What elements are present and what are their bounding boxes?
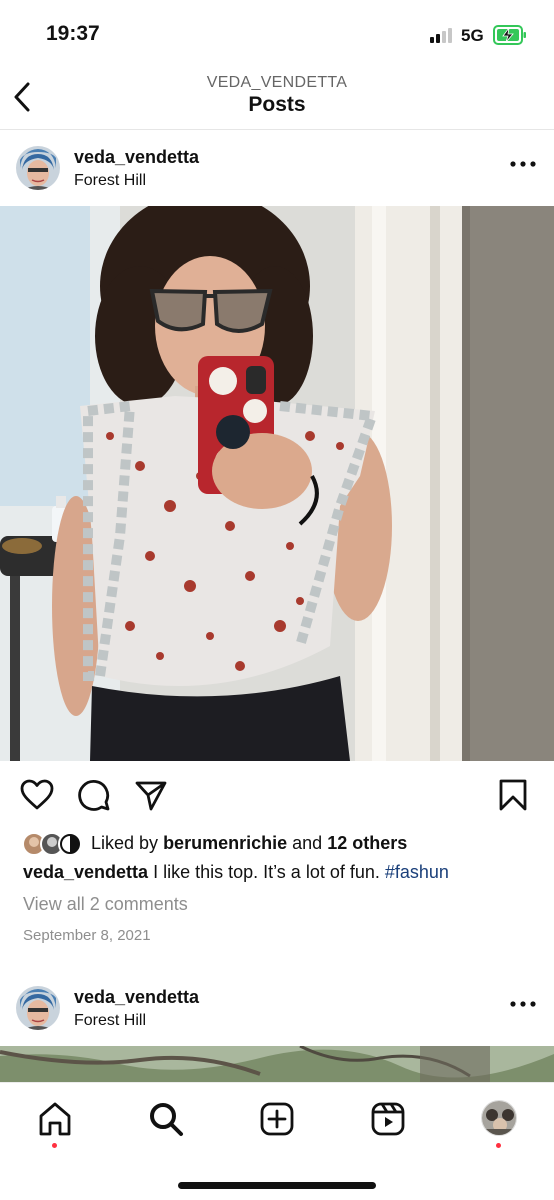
reels-icon[interactable] — [370, 1101, 406, 1137]
liked-by-others[interactable]: 12 others — [327, 833, 407, 853]
status-bar: 19:37 5G — [0, 0, 554, 66]
view-comments-link[interactable]: View all 2 comments — [23, 894, 188, 915]
heart-icon[interactable] — [20, 778, 54, 812]
battery-charging-icon — [493, 25, 526, 45]
post-photo[interactable] — [0, 1046, 554, 1082]
liked-by-joiner: and — [292, 833, 323, 853]
network-type: 5G — [461, 26, 484, 45]
header-username: VEDA_VENDETTA — [206, 74, 348, 91]
home-indicator — [178, 1182, 376, 1189]
likes-row[interactable]: Liked by berumenrichie and 12 others — [0, 830, 554, 858]
tab-bar — [0, 1082, 554, 1200]
caption-text: I like this top. It’s a lot of fun. — [153, 862, 380, 882]
post-location[interactable]: Forest Hill — [74, 172, 146, 190]
liked-by-prefix: Liked by — [91, 833, 159, 853]
home-icon[interactable] — [37, 1101, 73, 1137]
hashtag-link[interactable]: #fashun — [385, 862, 449, 882]
avatar[interactable] — [16, 146, 60, 190]
avatar[interactable] — [16, 986, 60, 1030]
status-time: 19:37 — [46, 22, 100, 45]
post-location[interactable]: Forest Hill — [74, 1012, 146, 1030]
home-notification-dot — [52, 1143, 57, 1148]
post-caption: veda_vendetta I like this top. It’s a lo… — [23, 861, 538, 883]
new-post-icon[interactable] — [259, 1101, 295, 1137]
signal-strength-icon — [430, 27, 454, 43]
profile-avatar[interactable] — [481, 1100, 517, 1136]
nav-header: VEDA_VENDETTA Posts — [0, 66, 554, 130]
post-actions — [0, 762, 554, 826]
comment-icon[interactable] — [77, 778, 111, 812]
more-options-icon[interactable] — [508, 994, 538, 1014]
liker-avatars — [22, 832, 82, 856]
likes-text[interactable]: Liked by berumenrichie and 12 others — [91, 833, 407, 854]
share-icon[interactable] — [134, 778, 168, 812]
caption-username[interactable]: veda_vendetta — [23, 862, 148, 882]
post-date: September 8, 2021 — [23, 927, 151, 944]
search-icon[interactable] — [148, 1101, 184, 1137]
more-options-icon[interactable] — [508, 154, 538, 174]
post-header: veda_vendetta Forest Hill — [0, 130, 554, 206]
post-username[interactable]: veda_vendetta — [74, 987, 199, 1008]
page-title: Posts — [248, 93, 306, 116]
liked-by-user[interactable]: berumenrichie — [163, 833, 287, 853]
bookmark-icon[interactable] — [496, 778, 530, 812]
post-header: veda_vendetta Forest Hill — [0, 970, 554, 1046]
post-photo[interactable] — [0, 206, 554, 761]
post-username[interactable]: veda_vendetta — [74, 147, 199, 168]
profile-notification-dot — [496, 1143, 501, 1148]
